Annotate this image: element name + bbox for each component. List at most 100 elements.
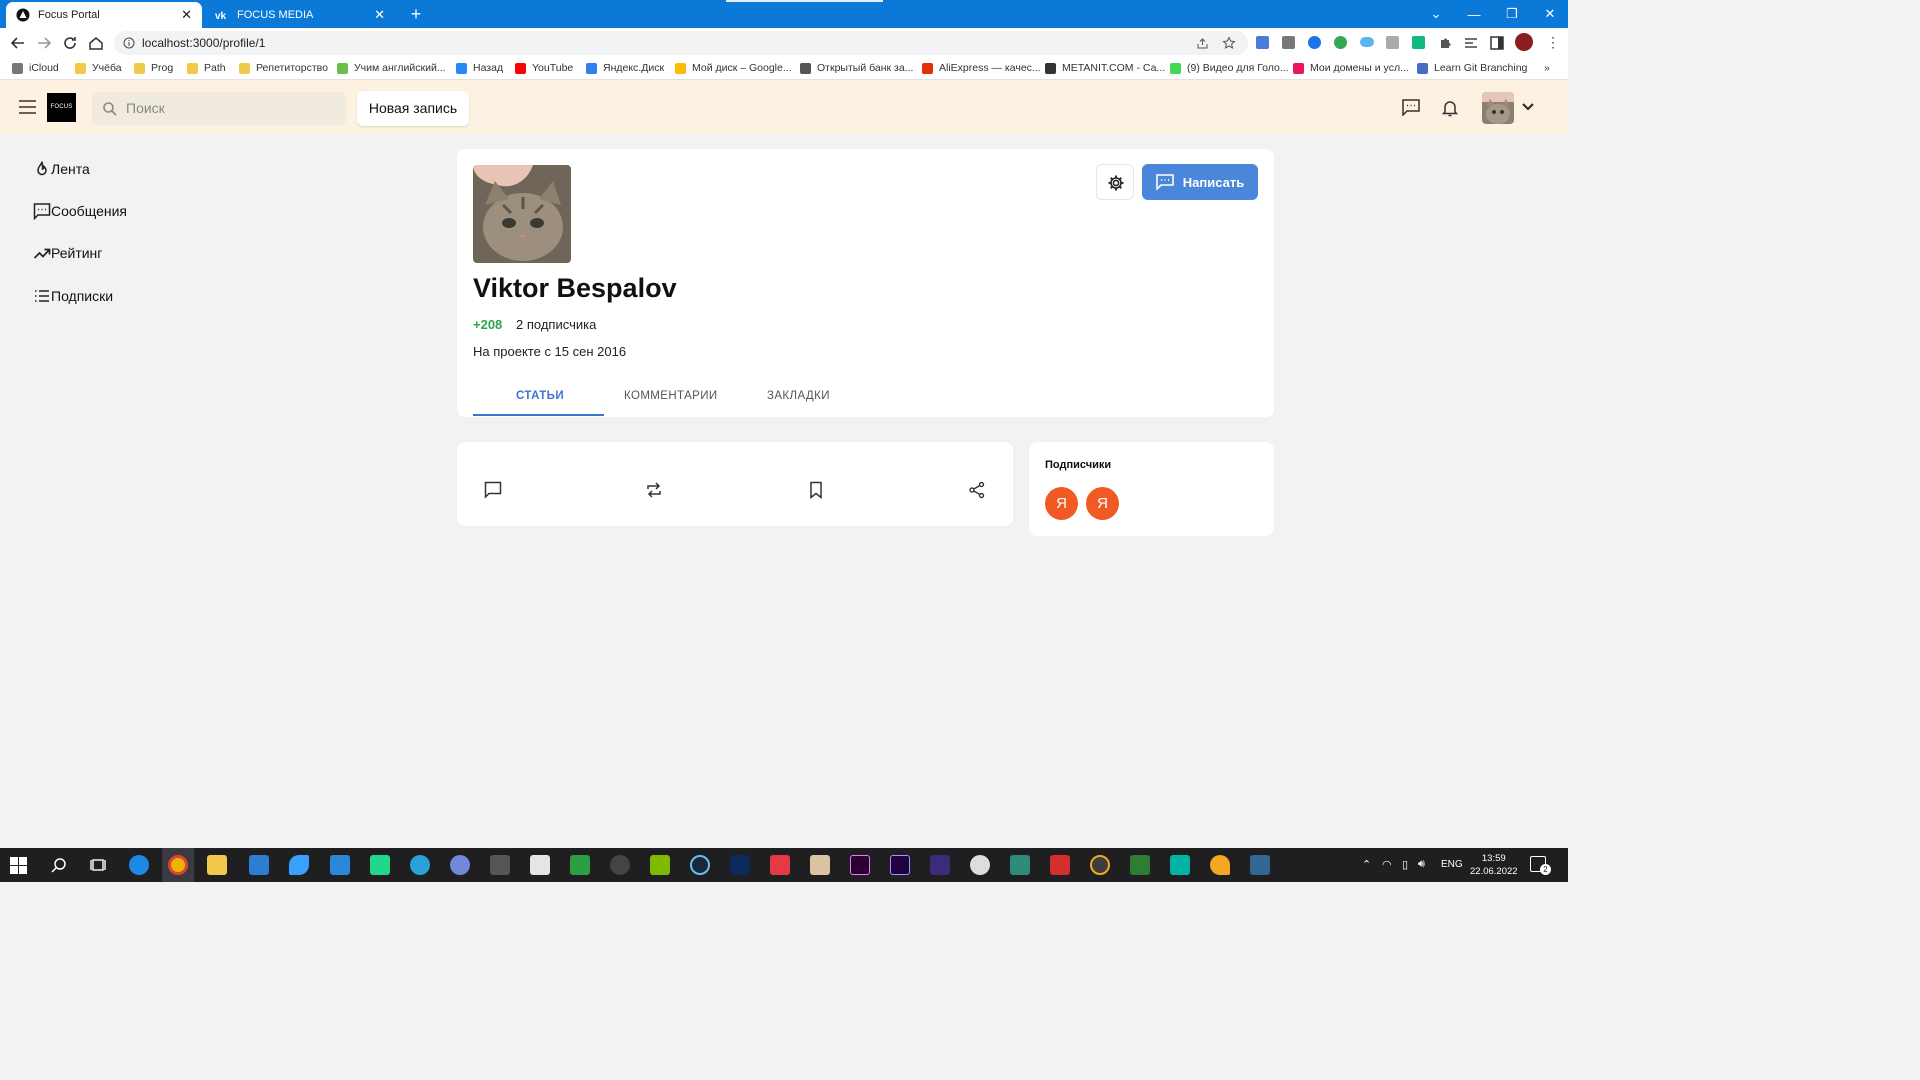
bookmark-item[interactable]: Открытый банк за... (800, 62, 913, 74)
app-icon[interactable] (770, 855, 790, 875)
app-icon[interactable] (570, 855, 590, 875)
tab-focus-portal[interactable]: Focus Portal ✕ (6, 2, 202, 28)
visual-studio-icon[interactable] (930, 855, 950, 875)
bookmark-folder[interactable]: Репетиторство (239, 62, 328, 74)
app-icon[interactable] (1090, 855, 1110, 875)
browser-profile-avatar[interactable] (1515, 33, 1533, 51)
edge-icon[interactable] (129, 855, 149, 875)
premiere-icon[interactable] (850, 855, 870, 875)
app-icon[interactable] (530, 855, 550, 875)
logo[interactable]: FOCUS (47, 93, 76, 122)
extension-icon[interactable] (1282, 36, 1295, 49)
bookmark-folder[interactable]: Prog (134, 62, 173, 74)
forward-icon[interactable] (36, 35, 52, 51)
app-icon[interactable] (289, 855, 309, 875)
after-effects-icon[interactable] (890, 855, 910, 875)
bookmark-item[interactable]: YouTube (515, 62, 573, 74)
store-icon[interactable] (249, 855, 269, 875)
back-icon[interactable] (10, 35, 26, 51)
notifications-bell-icon[interactable] (1442, 99, 1458, 117)
task-view-icon[interactable] (90, 857, 106, 873)
bookmark-item[interactable]: AliExpress — качес... (922, 62, 1041, 74)
volume-icon[interactable]: 🔊︎ (1418, 858, 1425, 871)
bookmark-item[interactable]: Учим английский... (337, 62, 446, 74)
app-icon[interactable] (490, 855, 510, 875)
terminal-icon[interactable] (1010, 855, 1030, 875)
bookmark-folder[interactable]: Path (187, 62, 226, 74)
restore-button[interactable]: ❐ (1493, 0, 1531, 28)
language-indicator[interactable]: ENG (1441, 859, 1463, 870)
tab-comments[interactable]: КОММЕНТАРИИ (624, 390, 718, 402)
bookmark-item[interactable]: iCloud (12, 62, 59, 74)
subscriber-avatar[interactable]: Я (1045, 487, 1078, 520)
comment-icon[interactable] (484, 481, 502, 499)
sidebar-item-subscriptions[interactable]: Подписки (33, 286, 113, 306)
mail-icon[interactable] (330, 855, 350, 875)
file-explorer-icon[interactable] (207, 855, 227, 875)
bookmark-item[interactable]: Learn Git Branching (1417, 62, 1527, 74)
app-icon[interactable] (1210, 855, 1230, 875)
sidebar-item-feed[interactable]: Лента (33, 159, 90, 179)
clock[interactable]: 13:59 22.06.2022 (1470, 852, 1518, 878)
tab-focus-media[interactable]: vk FOCUS MEDIA ✕ (205, 2, 395, 28)
tray-chevron-icon[interactable]: ⌃ (1362, 858, 1371, 871)
hamburger-menu-icon[interactable] (19, 100, 36, 114)
bookmark-star-icon[interactable] (1222, 36, 1236, 50)
extension-icon[interactable] (1334, 36, 1347, 49)
app-icon[interactable] (730, 855, 750, 875)
home-icon[interactable] (88, 35, 104, 51)
settings-button[interactable] (1096, 164, 1134, 200)
new-post-button[interactable]: Новая запись (357, 91, 469, 126)
user-avatar[interactable] (1482, 92, 1514, 124)
bookmark-item[interactable]: METANIT.COM - Са... (1045, 62, 1165, 74)
steam-icon[interactable] (690, 855, 710, 875)
bookmark-folder[interactable]: Учёба (75, 62, 122, 74)
app-icon[interactable] (1130, 855, 1150, 875)
sidebar-item-rating[interactable]: Рейтинг (33, 243, 102, 263)
itunes-icon[interactable] (970, 855, 990, 875)
translate-extension-icon[interactable] (1256, 36, 1269, 49)
menu-kebab-icon[interactable]: ⋮ (1546, 34, 1560, 51)
reading-list-icon[interactable] (1464, 36, 1478, 50)
discord-icon[interactable] (450, 855, 470, 875)
postgres-icon[interactable] (1250, 855, 1270, 875)
webstorm-icon[interactable] (1170, 855, 1190, 875)
search-icon[interactable] (51, 857, 67, 873)
battery-icon[interactable]: ▯ (1402, 858, 1408, 871)
windows-start-icon[interactable] (10, 857, 27, 874)
extension-icon[interactable] (1308, 36, 1321, 49)
address-bar[interactable]: localhost:3000/profile/1 (114, 31, 1248, 55)
extension-icon[interactable] (1386, 36, 1399, 49)
share-icon[interactable] (968, 481, 986, 499)
bookmark-icon[interactable] (807, 481, 825, 499)
subscriber-avatar[interactable]: Я (1086, 487, 1119, 520)
bookmark-item[interactable]: Назад (456, 62, 503, 74)
extension-icon[interactable] (1412, 36, 1425, 49)
bookmark-item[interactable]: (9) Видео для Голо... (1170, 62, 1289, 74)
bookmark-item[interactable]: Мой диск – Google... (675, 62, 792, 74)
bookmark-item[interactable]: Яндекс.Диск (586, 62, 664, 74)
tab-bookmarks[interactable]: ЗАКЛАДКИ (767, 390, 830, 402)
close-tab-icon[interactable]: ✕ (374, 7, 385, 23)
new-tab-button[interactable]: + (406, 4, 426, 24)
messages-icon[interactable] (1402, 99, 1420, 116)
app-icon[interactable] (650, 855, 670, 875)
chrome-icon[interactable] (168, 855, 188, 875)
bookmark-item[interactable]: Мои домены и усл... (1293, 62, 1409, 74)
cloud-extension-icon[interactable] (1360, 37, 1374, 47)
info-icon[interactable] (123, 37, 135, 49)
chevron-down-icon[interactable] (1522, 103, 1534, 111)
more-bookmarks-icon[interactable]: » (1544, 62, 1550, 74)
telegram-icon[interactable] (410, 855, 430, 875)
share-icon[interactable] (1196, 37, 1209, 50)
network-icon[interactable]: ◠ (1382, 858, 1392, 871)
pycharm-icon[interactable] (370, 855, 390, 875)
close-tab-icon[interactable]: ✕ (181, 7, 192, 23)
reload-icon[interactable] (62, 35, 78, 51)
write-message-button[interactable]: Написать (1142, 164, 1258, 200)
search-input[interactable]: Поиск (92, 92, 346, 125)
minimize-button[interactable]: — (1455, 0, 1493, 28)
repost-icon[interactable] (645, 481, 663, 499)
app-icon[interactable] (1050, 855, 1070, 875)
tab-list-chevron-icon[interactable]: ⌄ (1417, 0, 1455, 28)
